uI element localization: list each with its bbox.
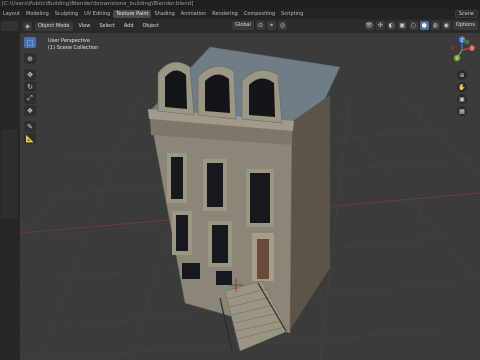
dormer-3 bbox=[241, 69, 283, 124]
gizmo-neg-y[interactable] bbox=[464, 39, 470, 45]
scale-icon[interactable]: ⤢ bbox=[24, 93, 36, 104]
shading-wireframe-icon[interactable]: ○ bbox=[408, 21, 418, 30]
dormer-2 bbox=[197, 65, 237, 120]
viewport-scene bbox=[20, 46, 480, 360]
side-wall bbox=[288, 95, 330, 333]
left-strip-panel bbox=[1, 129, 18, 219]
xray-icon[interactable]: ▣ bbox=[397, 21, 407, 30]
snap-icon[interactable]: ⌖ bbox=[266, 21, 276, 30]
tab-texture-paint[interactable]: Texture Paint bbox=[113, 10, 152, 18]
tab-rendering[interactable]: Rendering bbox=[209, 10, 241, 18]
rotate-icon[interactable]: ↻ bbox=[24, 81, 36, 92]
view-perspective-label: User Perspective bbox=[48, 38, 90, 44]
dormer-1 bbox=[157, 61, 195, 116]
select-box-icon[interactable]: ⬚ bbox=[24, 37, 36, 48]
tab-layout[interactable]: Layout bbox=[0, 10, 23, 18]
svg-text:X: X bbox=[470, 46, 473, 52]
grid-icon[interactable]: ▦ bbox=[457, 106, 467, 116]
svg-text:Z: Z bbox=[460, 37, 463, 43]
tool-shelf: ⬚ ⊕ ✥ ↻ ⤢ ❖ ✎ 📐 bbox=[24, 37, 36, 144]
pivot-icon[interactable]: ⊙ bbox=[255, 21, 265, 30]
transform-orientation-dropdown[interactable]: Global bbox=[232, 21, 254, 30]
tab-modeling[interactable]: Modeling bbox=[23, 10, 52, 18]
door bbox=[257, 239, 269, 279]
measure-icon[interactable]: 📐 bbox=[24, 133, 36, 144]
gizmo-icon[interactable]: ✣ bbox=[375, 21, 385, 30]
left-editor-strip bbox=[0, 19, 20, 360]
window-1a bbox=[171, 157, 183, 199]
tab-compositing[interactable]: Compositing bbox=[241, 10, 278, 18]
viewport-header: ◈ Object Mode View Select Add Object Glo… bbox=[20, 19, 480, 33]
building-model[interactable] bbox=[148, 46, 341, 352]
transform-icon[interactable]: ❖ bbox=[24, 105, 36, 116]
basement-window-1 bbox=[182, 263, 200, 279]
camera-icon[interactable]: ▣ bbox=[457, 94, 467, 104]
menu-add[interactable]: Add bbox=[121, 22, 137, 31]
shading-solid-icon[interactable]: ● bbox=[419, 21, 429, 30]
tab-animation[interactable]: Animation bbox=[178, 10, 210, 18]
gizmo-neg-x[interactable] bbox=[450, 45, 456, 51]
overlays-icon[interactable]: ◐ bbox=[386, 21, 396, 30]
window-2a bbox=[176, 215, 188, 251]
workspace-bar: Layout Modeling Sculpting UV Editing Tex… bbox=[0, 9, 480, 19]
axis-gizmo[interactable]: X Y Z bbox=[448, 36, 476, 64]
navigation-gizmo[interactable]: X Y Z ⊕ ✋ ▣ ▦ bbox=[448, 36, 476, 118]
pan-hand-icon[interactable]: ✋ bbox=[457, 82, 467, 92]
tab-uv-editing[interactable]: UV Editing bbox=[81, 10, 113, 18]
tab-shading[interactable]: Shading bbox=[151, 10, 177, 18]
shading-material-icon[interactable]: ◍ bbox=[430, 21, 440, 30]
3d-viewport[interactable] bbox=[20, 33, 480, 360]
collection-label: (1) Scene Collection bbox=[48, 45, 99, 51]
tab-scripting[interactable]: Scripting bbox=[278, 10, 306, 18]
window-title: [C:\Users\Public\Building\Blender\browns… bbox=[0, 0, 480, 9]
zoom-icon[interactable]: ⊕ bbox=[457, 70, 467, 80]
viewport-info: User Perspective (1) Scene Collection bbox=[48, 38, 98, 52]
scene-selector[interactable]: Scene bbox=[454, 10, 478, 18]
mode-dropdown[interactable]: Object Mode bbox=[35, 21, 73, 31]
options-dropdown[interactable]: Options bbox=[452, 21, 478, 30]
cursor-icon[interactable]: ⊕ bbox=[24, 53, 36, 64]
menu-view[interactable]: View bbox=[76, 22, 94, 31]
tab-sculpting[interactable]: Sculpting bbox=[52, 10, 81, 18]
basement-window-2 bbox=[216, 271, 232, 285]
editor-type-icon[interactable]: ◈ bbox=[23, 21, 32, 31]
left-strip-header[interactable] bbox=[1, 21, 18, 31]
window-2b bbox=[212, 225, 228, 263]
visibility-icon[interactable]: 👁 bbox=[364, 21, 374, 30]
shading-rendered-icon[interactable]: ◉ bbox=[441, 21, 451, 30]
move-icon[interactable]: ✥ bbox=[24, 69, 36, 80]
menu-object[interactable]: Object bbox=[140, 22, 162, 31]
window-1b bbox=[207, 163, 223, 207]
window-1c bbox=[250, 173, 270, 223]
svg-text:Y: Y bbox=[455, 56, 459, 62]
menu-select[interactable]: Select bbox=[96, 22, 117, 31]
proportional-edit-icon[interactable]: ◎ bbox=[277, 21, 287, 30]
annotate-icon[interactable]: ✎ bbox=[24, 121, 36, 132]
